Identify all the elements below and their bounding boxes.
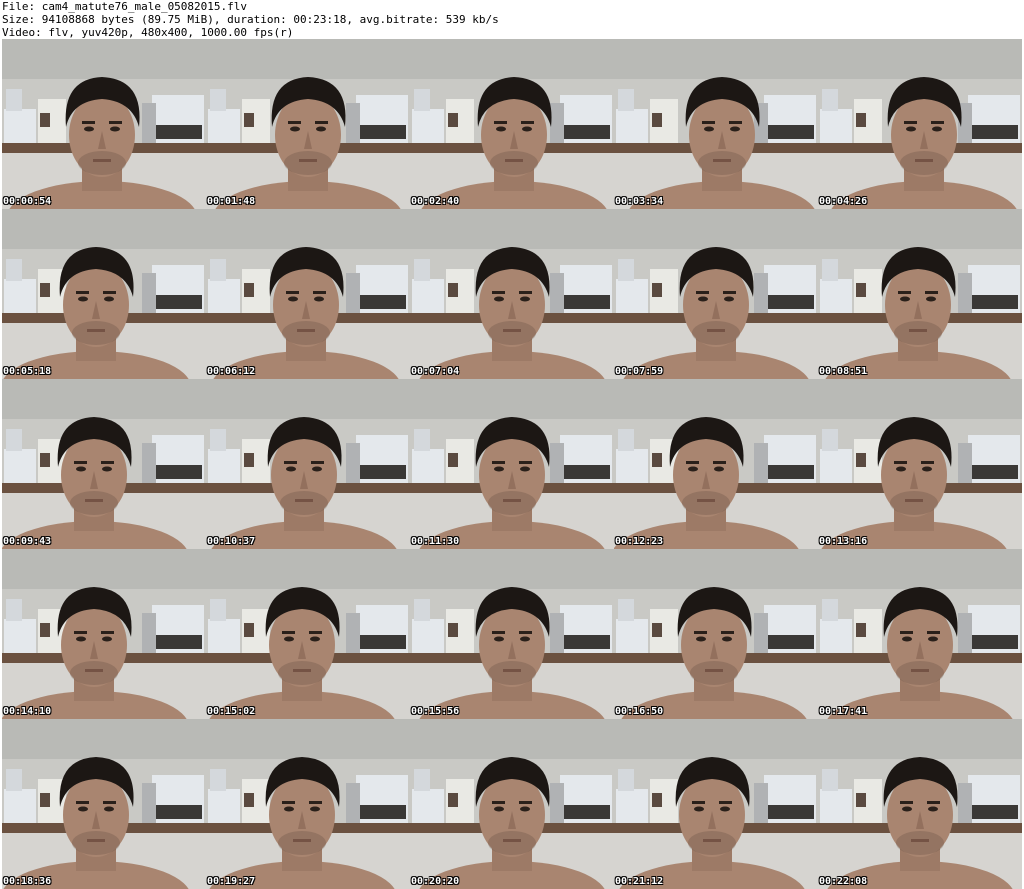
thumbnail-frame: 00:08:51 [818, 209, 1022, 379]
video-frame-image [818, 719, 1022, 889]
video-frame-image [410, 549, 614, 719]
thumbnail-frame: 00:16:50 [614, 549, 818, 719]
frame-timestamp: 00:10:37 [207, 536, 256, 547]
thumbnail-frame: 00:21:12 [614, 719, 818, 889]
video-frame-image [614, 209, 818, 379]
thumbnail-frame: 00:15:56 [410, 549, 614, 719]
video-frame-image [206, 39, 410, 209]
frame-timestamp: 00:01:48 [207, 196, 256, 207]
frame-timestamp: 00:21:12 [615, 876, 664, 887]
frame-timestamp: 00:22:08 [819, 876, 868, 887]
video-frame-image [206, 719, 410, 889]
thumbnail-frame: 00:09:43 [2, 379, 206, 549]
video-frame-image [614, 379, 818, 549]
thumbnail-frame: 00:07:59 [614, 209, 818, 379]
video-frame-image [206, 209, 410, 379]
frame-timestamp: 00:09:43 [3, 536, 52, 547]
frame-timestamp: 00:15:02 [207, 706, 256, 717]
file-size-line: Size: 94108868 bytes (89.75 MiB), durati… [2, 13, 499, 26]
video-frame-image [410, 39, 614, 209]
thumbnail-frame: 00:19:27 [206, 719, 410, 889]
video-frame-image [410, 209, 614, 379]
thumbnail-frame: 00:18:36 [2, 719, 206, 889]
video-frame-image [818, 379, 1022, 549]
thumbnail-frame: 00:07:04 [410, 209, 614, 379]
video-frame-image [818, 39, 1022, 209]
frame-timestamp: 00:20:20 [411, 876, 460, 887]
thumbnail-frame: 00:11:30 [410, 379, 614, 549]
video-frame-image [818, 209, 1022, 379]
frame-timestamp: 00:02:40 [411, 196, 460, 207]
frame-timestamp: 00:07:59 [615, 366, 664, 377]
frame-timestamp: 00:00:54 [3, 196, 52, 207]
frame-timestamp: 00:04:26 [819, 196, 868, 207]
thumbnail-frame: 00:05:18 [2, 209, 206, 379]
thumbnail-frame: 00:20:20 [410, 719, 614, 889]
video-frame-image [614, 719, 818, 889]
thumbnail-frame: 00:02:40 [410, 39, 614, 209]
file-info-header: File: cam4_matute76_male_05082015.flv Si… [2, 0, 1022, 39]
thumbnail-frame: 00:22:08 [818, 719, 1022, 889]
video-frame-image [206, 549, 410, 719]
video-frame-image [2, 379, 206, 549]
video-frame-image [818, 549, 1022, 719]
thumbnail-frame: 00:03:34 [614, 39, 818, 209]
frame-timestamp: 00:07:04 [411, 366, 460, 377]
thumbnail-frame: 00:14:10 [2, 549, 206, 719]
frame-timestamp: 00:06:12 [207, 366, 256, 377]
thumbnail-frame: 00:06:12 [206, 209, 410, 379]
thumbnail-frame: 00:04:26 [818, 39, 1022, 209]
thumbnail-frame: 00:00:54 [2, 39, 206, 209]
frame-timestamp: 00:08:51 [819, 366, 868, 377]
video-frame-image [410, 379, 614, 549]
thumbnail-frame: 00:15:02 [206, 549, 410, 719]
video-frame-image [410, 719, 614, 889]
file-name-line: File: cam4_matute76_male_05082015.flv [2, 0, 248, 13]
frame-timestamp: 00:11:30 [411, 536, 460, 547]
video-frame-image [614, 549, 818, 719]
frame-timestamp: 00:13:16 [819, 536, 868, 547]
frame-timestamp: 00:19:27 [207, 876, 256, 887]
video-frame-image [2, 209, 206, 379]
thumbnail-frame: 00:17:41 [818, 549, 1022, 719]
thumbnail-frame: 00:01:48 [206, 39, 410, 209]
video-frame-image [206, 379, 410, 549]
frame-timestamp: 00:17:41 [819, 706, 868, 717]
video-frame-image [2, 39, 206, 209]
frame-timestamp: 00:12:23 [615, 536, 664, 547]
thumbnail-frame: 00:12:23 [614, 379, 818, 549]
video-info-line: Video: flv, yuv420p, 480x400, 1000.00 fp… [2, 26, 294, 39]
frame-timestamp: 00:14:10 [3, 706, 52, 717]
video-frame-image [2, 719, 206, 889]
frame-timestamp: 00:18:36 [3, 876, 52, 887]
frame-timestamp: 00:03:34 [615, 196, 664, 207]
frame-timestamp: 00:05:18 [3, 366, 52, 377]
video-frame-image [2, 549, 206, 719]
thumbnail-grid: 00:00:54 00:01:48 00:02:40 00:03:34 00:04:26… [2, 39, 1022, 889]
frame-timestamp: 00:15:56 [411, 706, 460, 717]
video-frame-image [614, 39, 818, 209]
thumbnail-frame: 00:13:16 [818, 379, 1022, 549]
frame-timestamp: 00:16:50 [615, 706, 664, 717]
thumbnail-frame: 00:10:37 [206, 379, 410, 549]
